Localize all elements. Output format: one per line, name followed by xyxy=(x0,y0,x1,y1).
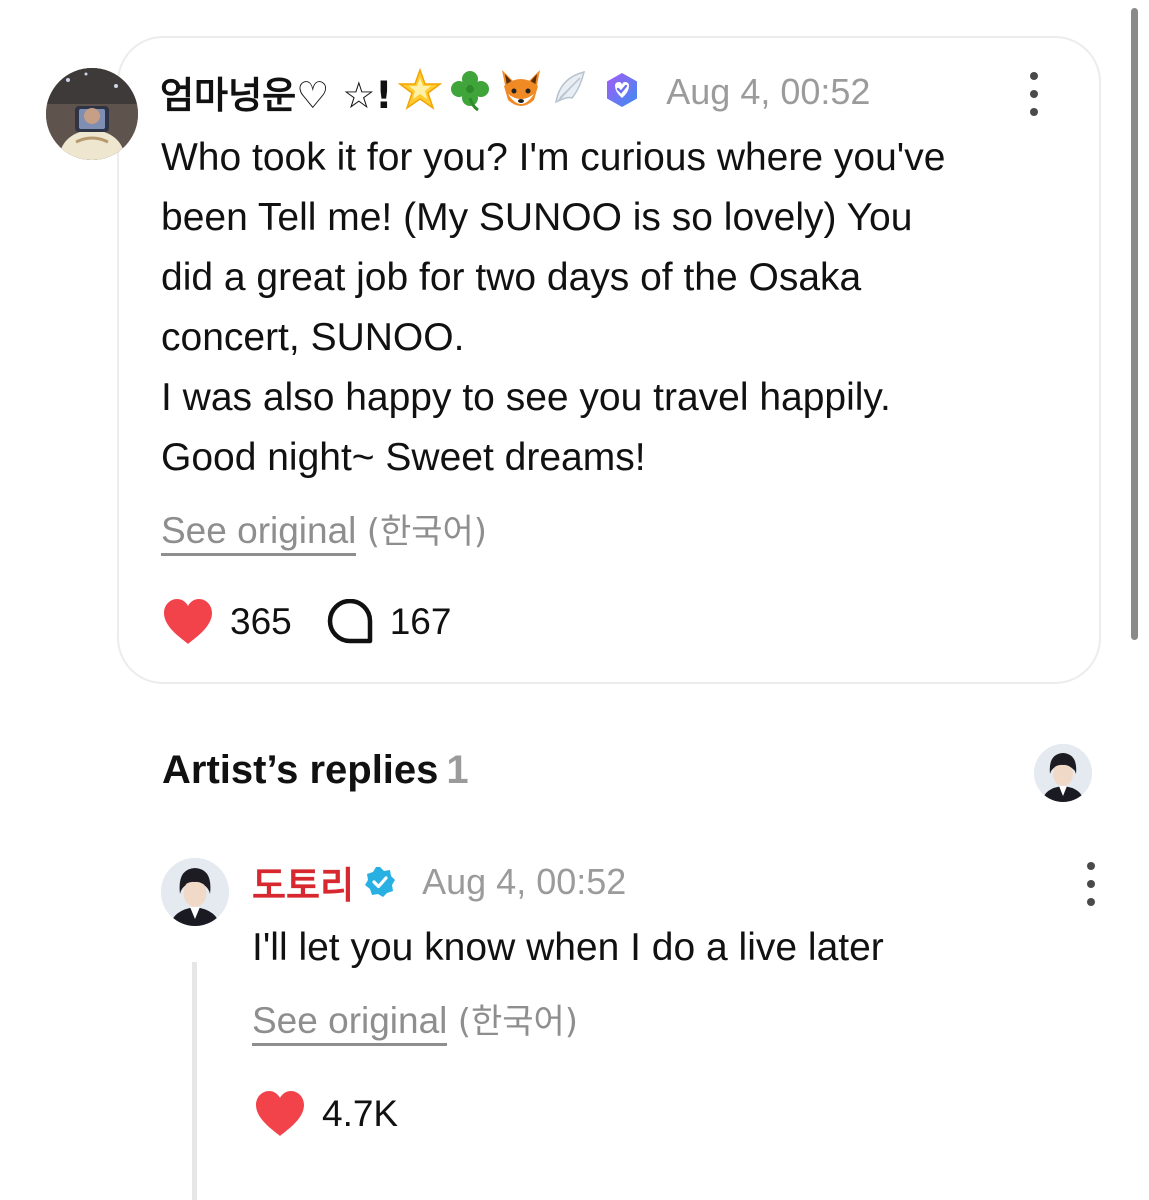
more-icon xyxy=(1087,862,1095,870)
comment-button[interactable]: 167 xyxy=(326,599,452,645)
heart-icon xyxy=(254,1090,306,1138)
wing-emoji-icon xyxy=(550,68,590,117)
post-body-line: I was also happy to see you travel happi… xyxy=(161,376,891,419)
post-see-original: See original (한국어) xyxy=(161,504,488,556)
post-body-line: Who took it for you? I'm curious where y… xyxy=(161,136,946,179)
heart-icon xyxy=(162,598,214,646)
post-body-line: been Tell me! (My SUNOO is so lovely) Yo… xyxy=(161,196,913,239)
original-language-label: (한국어) xyxy=(457,1002,579,1042)
post-body-line: Good night~ Sweet dreams! xyxy=(161,436,646,479)
commenter-name[interactable]: 엄마넝운♡ ☆! xyxy=(160,65,392,119)
fox-emoji-icon xyxy=(498,68,544,117)
membership-badge-icon xyxy=(604,72,640,113)
clover-emoji-icon xyxy=(448,68,492,117)
like-count: 365 xyxy=(230,601,292,642)
artist-name[interactable]: 도토리 xyxy=(252,855,354,909)
more-icon xyxy=(1030,72,1038,80)
post-stats: 365 167 xyxy=(162,598,451,646)
comment-thread-page: 엄마넝운♡ ☆! Aug 4, 00:52 Who took it for yo… xyxy=(0,0,1149,1200)
see-original-link[interactable]: See original xyxy=(252,1000,448,1046)
scrollbar[interactable] xyxy=(1131,8,1138,640)
commenter-avatar[interactable] xyxy=(46,68,138,160)
reply-header: 도토리 Aug 4, 00:52 xyxy=(252,856,626,908)
like-button[interactable]: 365 xyxy=(162,598,292,646)
post-body: Who took it for you? I'm curious where y… xyxy=(161,128,1061,488)
reply-like-count: 4.7K xyxy=(322,1093,399,1134)
artist-avatar[interactable] xyxy=(161,858,229,926)
post-body-line: concert, SUNOO. xyxy=(161,316,465,359)
comment-count: 167 xyxy=(389,601,452,642)
post-body-line: did a great job for two days of the Osak… xyxy=(161,256,862,299)
reply-like-button[interactable]: 4.7K xyxy=(254,1090,398,1138)
reply-timestamp: Aug 4, 00:52 xyxy=(422,861,627,902)
see-original-link[interactable]: See original xyxy=(161,510,357,556)
comment-icon xyxy=(326,599,374,645)
verified-icon xyxy=(364,866,396,898)
post-timestamp: Aug 4, 00:52 xyxy=(666,71,871,112)
original-language-label: (한국어) xyxy=(366,512,488,552)
reply-stats: 4.7K xyxy=(254,1090,398,1138)
thread-line xyxy=(192,962,197,1200)
star-emoji-icon xyxy=(398,67,443,117)
post-more-button[interactable] xyxy=(1024,72,1044,116)
artist-avatar-small[interactable] xyxy=(1034,744,1092,802)
reply-body: I'll let you know when I do a live later xyxy=(252,926,884,969)
artist-replies-count: 1 xyxy=(446,748,469,792)
reply-see-original: See original (한국어) xyxy=(252,994,579,1046)
artist-replies-title: Artist’s replies xyxy=(162,748,439,792)
reply-more-button[interactable] xyxy=(1081,862,1101,906)
post-header: 엄마넝운♡ ☆! Aug 4, 00:52 xyxy=(160,66,870,118)
artist-replies-heading: Artist’s replies 1 xyxy=(162,748,469,793)
